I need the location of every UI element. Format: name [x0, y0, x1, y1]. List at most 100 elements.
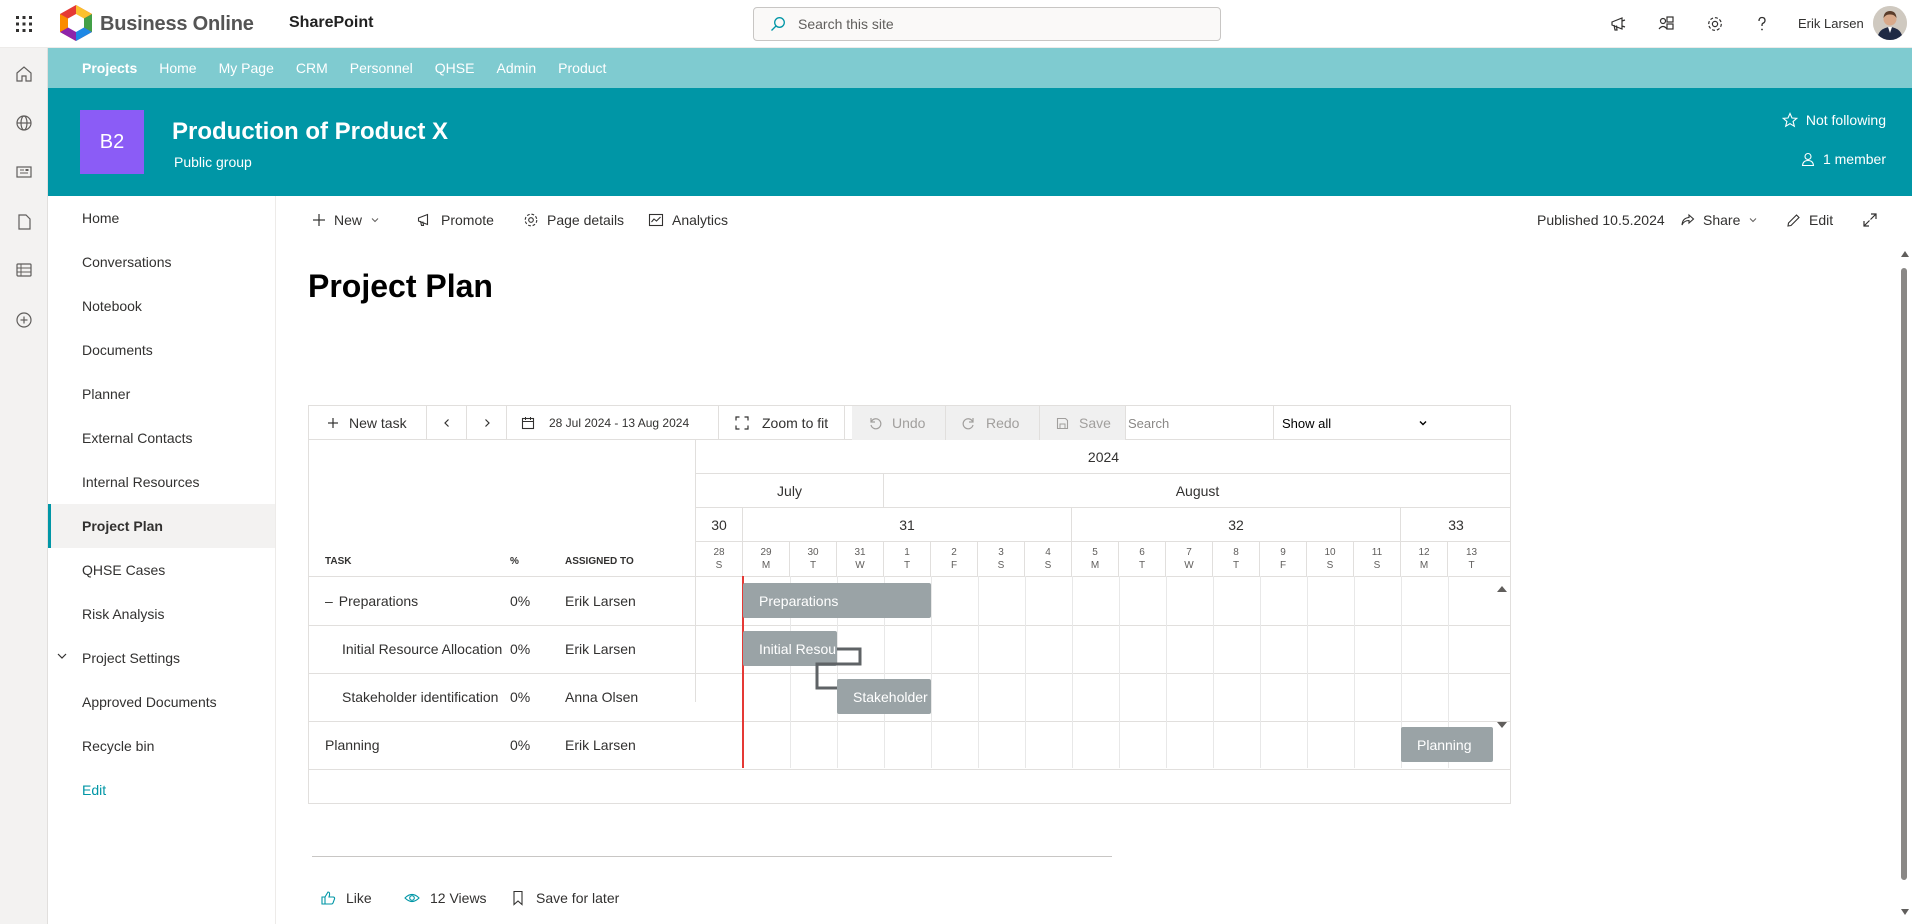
zoom-to-fit-button[interactable]: Zoom to fit	[719, 406, 845, 440]
task-row[interactable]: Planning 0% Erik Larsen	[309, 721, 695, 769]
chevron-down-icon	[1750, 218, 1757, 223]
gantt-chart: New task 28 Jul 2024 - 13 Aug 2024 Zoom …	[308, 405, 1511, 804]
hub-item-home[interactable]: Home	[159, 60, 196, 76]
next-button[interactable]	[467, 406, 507, 440]
column-header-percent[interactable]: %	[510, 556, 519, 567]
brand-name[interactable]: Business Online	[100, 13, 254, 36]
save-button[interactable]: Save	[1040, 406, 1126, 440]
task-row[interactable]: – Preparations 0% Erik Larsen	[309, 577, 695, 625]
globe-icon[interactable]	[12, 111, 36, 135]
day-header: 6T	[1119, 542, 1166, 576]
column-header-assigned[interactable]: ASSIGNED TO	[565, 556, 634, 567]
members-button[interactable]: 1 member	[1801, 151, 1886, 167]
hub-item-crm[interactable]: CRM	[296, 60, 328, 76]
nav-item-risk-analysis[interactable]: Risk Analysis	[48, 592, 275, 636]
nav-item-qhse-cases[interactable]: QHSE Cases	[48, 548, 275, 592]
share-button[interactable]: Share	[1680, 206, 1758, 234]
site-logo[interactable]: B2	[80, 110, 144, 174]
add-circle-icon[interactable]	[12, 308, 36, 332]
day-weekday: M	[761, 560, 771, 571]
filter-select[interactable]: Show all	[1278, 410, 1432, 436]
hub-item-product[interactable]: Product	[558, 60, 606, 76]
date-range-picker[interactable]: 28 Jul 2024 - 13 Aug 2024	[507, 406, 719, 440]
like-button[interactable]: Like	[320, 890, 372, 906]
feedback-icon[interactable]	[1654, 12, 1678, 36]
nav-item-approved-documents[interactable]: Approved Documents	[48, 680, 275, 724]
expand-icon[interactable]	[1862, 206, 1878, 234]
task-percent[interactable]: 0%	[510, 577, 530, 625]
new-task-button[interactable]: New task	[309, 406, 427, 440]
new-button[interactable]: New	[312, 206, 380, 234]
hub-item-projects[interactable]: Projects	[82, 60, 137, 76]
hub-item-admin[interactable]: Admin	[496, 60, 536, 76]
date-range-label: 28 Jul 2024 - 13 Aug 2024	[549, 416, 690, 430]
user-avatar[interactable]	[1873, 6, 1907, 40]
hub-item-qhse[interactable]: QHSE	[435, 60, 475, 76]
task-name[interactable]: Stakeholder identification	[342, 673, 508, 721]
scroll-down-icon[interactable]	[1900, 908, 1910, 916]
day-number: 7	[1186, 547, 1192, 558]
follow-button[interactable]: Not following	[1781, 112, 1886, 128]
scroll-up-icon[interactable]	[1900, 250, 1910, 258]
scroll-up-arrow-icon[interactable]	[1496, 584, 1508, 594]
collapse-toggle[interactable]: –	[325, 593, 333, 609]
gantt-search-input[interactable]: Search	[1126, 406, 1274, 440]
nav-item-project-plan[interactable]: Project Plan	[48, 504, 275, 548]
nav-item-notebook[interactable]: Notebook	[48, 284, 275, 328]
nav-item-internal-resources[interactable]: Internal Resources	[48, 460, 275, 504]
analytics-button[interactable]: Analytics	[648, 206, 728, 234]
site-search-box[interactable]: Search this site	[753, 7, 1221, 41]
help-icon[interactable]	[1750, 12, 1774, 36]
news-icon[interactable]	[12, 160, 36, 184]
nav-item-planner[interactable]: Planner	[48, 372, 275, 416]
task-assigned[interactable]: Erik Larsen	[565, 721, 636, 769]
task-percent[interactable]: 0%	[510, 673, 530, 721]
nav-item-conversations[interactable]: Conversations	[48, 240, 275, 284]
task-assigned[interactable]: Erik Larsen	[565, 577, 636, 625]
save-for-later-button[interactable]: Save for later	[510, 890, 619, 906]
task-percent[interactable]: 0%	[510, 625, 530, 673]
page-details-button[interactable]: Page details	[523, 206, 624, 234]
scrollbar-thumb[interactable]	[1901, 268, 1907, 880]
page-scrollbar[interactable]	[1898, 248, 1912, 924]
task-name-cell[interactable]: – Preparations	[325, 577, 418, 625]
edit-button[interactable]: Edit	[1786, 206, 1833, 234]
brand-logo-icon[interactable]	[56, 3, 96, 43]
app-launcher-icon[interactable]	[8, 8, 40, 40]
gear-icon[interactable]	[1703, 12, 1727, 36]
undo-button[interactable]: Undo	[852, 406, 946, 440]
redo-button[interactable]: Redo	[946, 406, 1040, 440]
dependency-link[interactable]	[696, 576, 1511, 768]
task-percent[interactable]: 0%	[510, 721, 530, 769]
list-icon[interactable]	[12, 258, 36, 282]
task-name[interactable]: Planning	[325, 721, 380, 769]
nav-edit-link[interactable]: Edit	[48, 768, 275, 812]
app-name[interactable]: SharePoint	[289, 14, 373, 32]
column-header-task[interactable]: TASK	[325, 556, 351, 567]
hub-item-my-page[interactable]: My Page	[219, 60, 274, 76]
previous-button[interactable]	[427, 406, 467, 440]
nav-item-documents[interactable]: Documents	[48, 328, 275, 372]
nav-item-project-settings[interactable]: Project Settings	[48, 636, 275, 680]
chevron-down-icon[interactable]	[56, 650, 68, 662]
undo-label: Undo	[892, 415, 926, 431]
file-icon[interactable]	[12, 210, 36, 234]
nav-item-external-contacts[interactable]: External Contacts	[48, 416, 275, 460]
hub-item-personnel[interactable]: Personnel	[350, 60, 413, 76]
task-name[interactable]: Initial Resource Allocation	[342, 625, 508, 673]
task-assigned[interactable]: Anna Olsen	[565, 673, 638, 721]
user-name[interactable]: Erik Larsen	[1798, 16, 1864, 31]
plus-icon	[328, 418, 338, 428]
redo-label: Redo	[986, 415, 1020, 431]
day-weekday: T	[1138, 560, 1146, 571]
nav-item-recycle-bin[interactable]: Recycle bin	[48, 724, 275, 768]
home-icon[interactable]	[12, 62, 36, 86]
megaphone-icon[interactable]	[1607, 12, 1631, 36]
promote-button[interactable]: Promote	[417, 206, 494, 234]
site-title[interactable]: Production of Product X	[172, 118, 448, 146]
task-row[interactable]: Stakeholder identification 0% Anna Olsen	[309, 673, 695, 721]
task-assigned[interactable]: Erik Larsen	[565, 625, 636, 673]
task-row[interactable]: Initial Resource Allocation 0% Erik Lars…	[309, 625, 695, 673]
nav-item-home[interactable]: Home	[48, 196, 275, 240]
scroll-down-arrow-icon[interactable]	[1496, 720, 1508, 730]
